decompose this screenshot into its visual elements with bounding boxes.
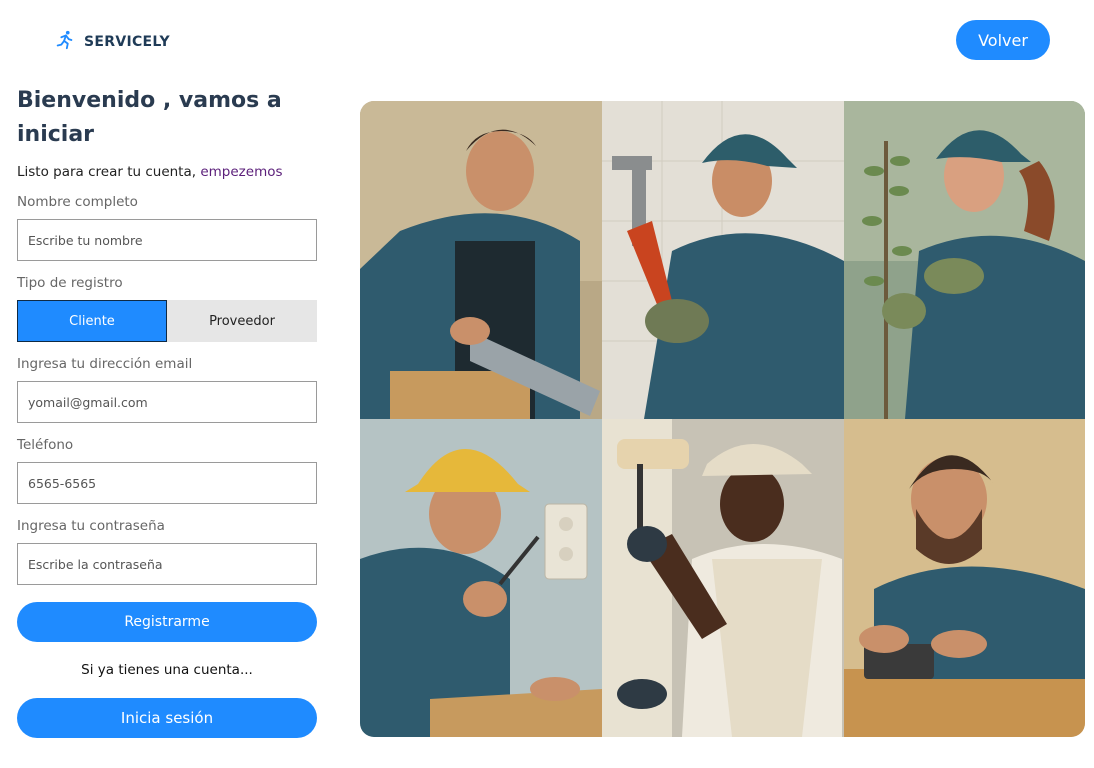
type-label: Tipo de registro (17, 275, 123, 291)
brand-logo[interactable]: SERVICELY (54, 29, 170, 55)
register-form: Bienvenido , vamos a iniciar Listo para … (17, 84, 317, 738)
password-field[interactable]: Escribe la contraseña (17, 543, 317, 585)
carpenter-image (360, 101, 602, 419)
have-account-text: Si ya tienes una cuenta... (81, 662, 253, 678)
type-cliente-button[interactable]: Cliente (17, 300, 167, 342)
email-field[interactable]: yomail@gmail.com (17, 381, 317, 423)
gardener-image (844, 101, 1085, 419)
craftsman-image (844, 419, 1085, 737)
header: SERVICELY Volver (0, 0, 1094, 80)
brand-name: SERVICELY (84, 34, 170, 50)
phone-label: Teléfono (17, 437, 74, 453)
login-button[interactable]: Inicia sesión (17, 698, 317, 738)
page-title: Bienvenido , vamos a iniciar (17, 88, 282, 147)
workers-photo-collage (360, 101, 1085, 737)
subtitle-text: Listo para crear tu cuenta, (17, 164, 197, 180)
register-type-toggle: Cliente Proveedor (17, 300, 317, 342)
phone-field[interactable]: 6565-6565 (17, 462, 317, 504)
back-button[interactable]: Volver (956, 20, 1050, 60)
subtitle-accent: empezemos (200, 164, 283, 180)
password-label: Ingresa tu contraseña (17, 518, 165, 534)
painter-image (602, 419, 844, 737)
register-button[interactable]: Registrarme (17, 602, 317, 642)
name-label: Nombre completo (17, 194, 138, 210)
runner-icon (54, 29, 76, 55)
name-field[interactable]: Escribe tu nombre (17, 219, 317, 261)
email-label: Ingresa tu dirección email (17, 356, 193, 372)
type-proveedor-button[interactable]: Proveedor (167, 300, 317, 342)
subtitle: Listo para crear tu cuenta, empezemos (17, 164, 317, 180)
electrician-image (360, 419, 602, 737)
plumber-image (602, 101, 844, 419)
